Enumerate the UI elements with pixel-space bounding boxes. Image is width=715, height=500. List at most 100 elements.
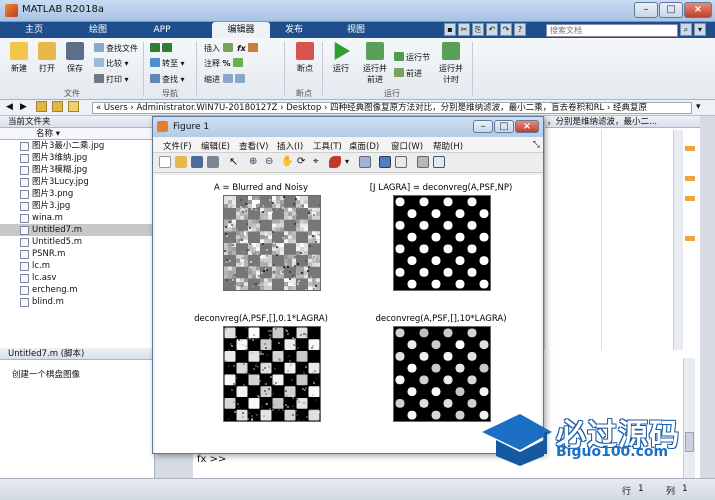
path-dropdown-icon[interactable]: ▾ (696, 102, 701, 112)
maximize-button[interactable]: □ (659, 2, 683, 18)
figure-minimize-button[interactable]: – (473, 120, 493, 133)
file-list-item[interactable]: lc.asv (0, 272, 154, 284)
open-button[interactable]: 打开 (34, 42, 60, 74)
search-icon[interactable]: ⌕ (680, 23, 692, 36)
run-section-button[interactable]: 运行节 (394, 52, 430, 63)
pointer-icon[interactable]: ↖ (229, 156, 241, 168)
command-prompt[interactable]: fx >> (197, 454, 226, 465)
indent-button[interactable]: 缩进 (204, 74, 247, 85)
tab-home[interactable]: 主页 (8, 22, 60, 38)
code-analyzer-marker[interactable] (685, 176, 695, 181)
close-button[interactable]: × (684, 2, 712, 18)
code-analyzer-marker[interactable] (685, 146, 695, 151)
minimize-button[interactable]: – (634, 2, 658, 18)
advance-button[interactable]: 前进 (394, 68, 422, 79)
new-figure-icon[interactable] (159, 156, 171, 168)
save-button[interactable]: 保存 (62, 42, 88, 74)
menu-insert[interactable]: 插入(I) (277, 140, 303, 152)
code-analyzer-marker[interactable] (685, 236, 695, 241)
colorbar-icon[interactable] (379, 156, 391, 168)
run-and-time-button[interactable]: 运行并 计时 (436, 42, 466, 85)
file-list-item[interactable]: Untitled7.m (0, 224, 154, 236)
copy-quick-icon[interactable]: ⎘ (472, 23, 484, 36)
run-button[interactable]: 运行 (328, 42, 354, 74)
find-files-label: 查找文件 (106, 44, 138, 53)
link-plot-icon[interactable] (359, 156, 371, 168)
help-quick-icon[interactable]: ? (514, 23, 526, 36)
zoom-out-icon[interactable]: ⊖ (265, 156, 277, 168)
menu-window[interactable]: 窗口(W) (391, 140, 423, 152)
back-icon[interactable]: ◀ (6, 102, 13, 112)
editor-scrollbar[interactable] (673, 130, 683, 350)
file-list-item[interactable]: 图片3最小二乘.jpg (0, 140, 154, 152)
tab-plots[interactable]: 绘图 (72, 22, 124, 38)
figure-maximize-button[interactable]: □ (494, 120, 514, 133)
run-advance-button[interactable]: 运行并 前进 (360, 42, 390, 85)
tab-apps[interactable]: APP (136, 22, 188, 38)
file-list-item[interactable]: 图片3Lucy.jpg (0, 176, 154, 188)
breakpoints-button[interactable]: 断点 (292, 42, 318, 74)
goto-button[interactable]: 转至 ▾ (150, 58, 185, 69)
save-figure-icon[interactable] (191, 156, 203, 168)
code-analyzer-marker[interactable] (685, 196, 695, 201)
find-button[interactable]: 查找 ▾ (150, 74, 185, 85)
file-list-item[interactable]: wina.m (0, 212, 154, 224)
show-tools-icon[interactable] (433, 156, 445, 168)
figure-close-button[interactable]: × (515, 120, 539, 133)
rotate-icon[interactable]: ⟳ (297, 156, 309, 168)
subplot-4-image[interactable] (393, 326, 491, 422)
subplot-2-image[interactable] (393, 195, 491, 291)
tab-editor[interactable]: 编辑器 (212, 22, 270, 38)
menu-help[interactable]: 帮助(H) (433, 140, 463, 152)
menu-tools[interactable]: 工具(T) (313, 140, 342, 152)
print-button[interactable]: 打印 ▾ (94, 74, 129, 85)
insert-button[interactable]: 插入 fx (204, 43, 260, 54)
browse-folder-icon[interactable] (36, 101, 47, 112)
back-forward-buttons[interactable] (150, 43, 174, 54)
file-list-item[interactable]: 图片3维纳.jpg (0, 152, 154, 164)
file-list-item[interactable]: lc.m (0, 260, 154, 272)
menu-edit[interactable]: 编辑(E) (201, 140, 230, 152)
brush-dropdown-icon[interactable]: ▾ (345, 156, 357, 168)
file-list-item[interactable]: 图片3模糊.jpg (0, 164, 154, 176)
tab-view[interactable]: 视图 (330, 22, 382, 38)
pan-icon[interactable]: ✋ (281, 156, 293, 168)
editor-tab-partial[interactable]: ，分别是维纳滤波，最小二... (545, 116, 700, 128)
percent-icon: % (222, 59, 231, 68)
zoom-in-icon[interactable]: ⊕ (249, 156, 261, 168)
hide-tools-icon[interactable] (417, 156, 429, 168)
menu-file[interactable]: 文件(F) (163, 140, 192, 152)
file-list-item[interactable]: PSNR.m (0, 248, 154, 260)
data-cursor-icon[interactable]: ⌖ (313, 156, 325, 168)
subplot-3-image[interactable] (223, 326, 321, 422)
file-list-item[interactable]: 图片3.png (0, 188, 154, 200)
menu-dock-icon[interactable]: ⤡ (533, 140, 540, 150)
print-figure-icon[interactable] (207, 156, 219, 168)
redo-quick-icon[interactable]: ↷ (500, 23, 512, 36)
file-list-item[interactable]: blind.m (0, 296, 154, 308)
comment-button[interactable]: 注释 % (204, 58, 245, 69)
find-files-button[interactable]: 查找文件 (94, 43, 138, 54)
name-column-header[interactable]: 名称 ▾ (0, 128, 154, 140)
menu-view[interactable]: 查看(V) (239, 140, 268, 152)
open-file-icon[interactable] (175, 156, 187, 168)
expand-ribbon-icon[interactable]: ▾ (694, 23, 706, 36)
undo-quick-icon[interactable]: ↶ (486, 23, 498, 36)
brush-icon[interactable] (329, 156, 341, 168)
file-list-item[interactable]: ercheng.m (0, 284, 154, 296)
subplot-1-image[interactable] (223, 195, 321, 291)
current-path[interactable]: « Users › Administrator.WIN7U-20180127Z … (92, 102, 692, 114)
new-button[interactable]: 新建 (6, 42, 32, 74)
search-docs-input[interactable]: 搜索文档 (546, 24, 678, 37)
file-list-item[interactable]: Untitled5.m (0, 236, 154, 248)
group-breakpoints-label: 断点 (296, 89, 312, 98)
up-folder-icon[interactable] (52, 101, 63, 112)
menu-desktop[interactable]: 桌面(D) (349, 140, 379, 152)
forward-icon[interactable]: ▶ (20, 102, 27, 112)
legend-icon[interactable] (395, 156, 407, 168)
cut-quick-icon[interactable]: ✂ (458, 23, 470, 36)
compare-button[interactable]: 比较 ▾ (94, 58, 129, 69)
tab-publish[interactable]: 发布 (268, 22, 320, 38)
file-list-item[interactable]: 图片3.jpg (0, 200, 154, 212)
save-quick-icon[interactable]: ▪ (444, 23, 456, 36)
